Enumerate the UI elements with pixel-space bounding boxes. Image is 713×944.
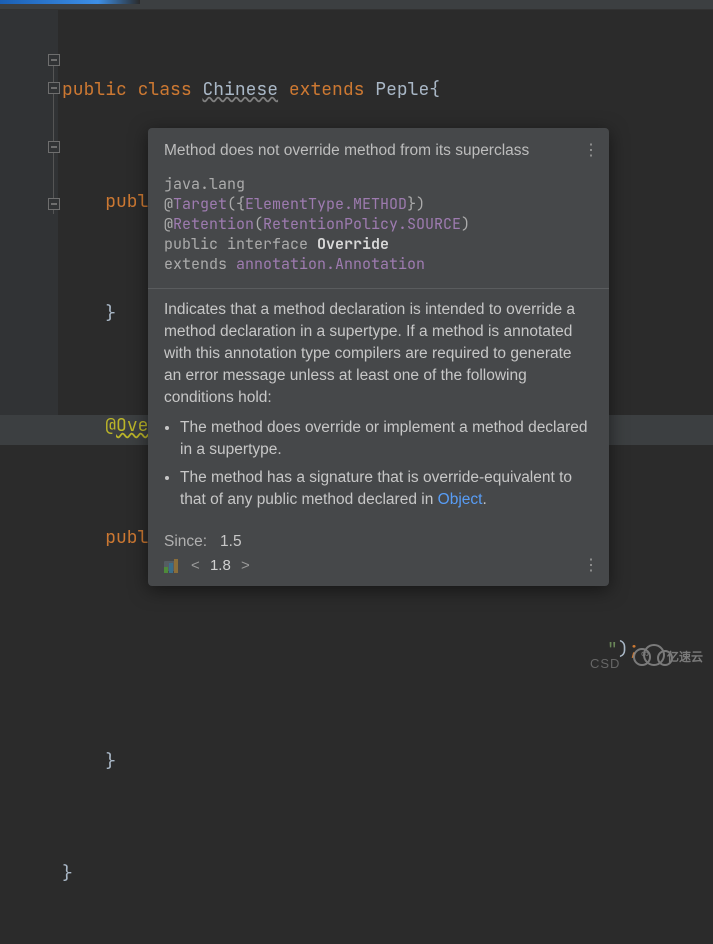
tooltip-header: Method does not override method from its… bbox=[148, 128, 609, 174]
list-text: The method does override or implement a … bbox=[180, 419, 588, 458]
brace: } bbox=[62, 860, 73, 888]
fold-toggle-icon[interactable] bbox=[48, 54, 60, 66]
keyword: extends bbox=[289, 76, 365, 104]
list-text: . bbox=[482, 491, 486, 508]
interface-name: Override bbox=[317, 234, 389, 254]
keyword: public bbox=[62, 76, 127, 104]
more-actions-icon[interactable]: ⋮ bbox=[581, 559, 601, 573]
declaration: public interface bbox=[164, 234, 317, 254]
element-type[interactable]: ElementType.METHOD bbox=[245, 194, 407, 214]
watermark-text: 亿速云 bbox=[667, 648, 703, 665]
brace: { bbox=[429, 76, 440, 104]
paren: }) bbox=[407, 194, 425, 214]
brace: } bbox=[105, 300, 116, 328]
fold-toggle-icon[interactable] bbox=[48, 198, 60, 210]
yisu-watermark: ∞ 亿速云 bbox=[625, 638, 705, 674]
module-icon bbox=[164, 559, 180, 573]
nav-arrows: < 1.8 > bbox=[188, 557, 253, 574]
quick-doc-tooltip: Method does not override method from its… bbox=[148, 128, 609, 586]
more-actions-icon[interactable]: ⋮ bbox=[581, 144, 601, 158]
since-row: Since: 1.5 bbox=[148, 525, 609, 555]
class-name: Chinese bbox=[202, 76, 278, 104]
at-sign: @ bbox=[164, 194, 173, 214]
at-sign: @ bbox=[164, 214, 173, 234]
retention-annotation[interactable]: Retention bbox=[173, 214, 254, 234]
paren: ( bbox=[254, 214, 263, 234]
extends-type[interactable]: annotation.Annotation bbox=[236, 254, 425, 274]
superclass: Peple bbox=[375, 76, 429, 104]
retention-policy[interactable]: RetentionPolicy.SOURCE bbox=[263, 214, 461, 234]
package-name: java.lang bbox=[164, 174, 245, 194]
code-line[interactable]: } bbox=[58, 860, 713, 888]
keyword: publ bbox=[105, 524, 148, 552]
since-label: Since: bbox=[164, 533, 207, 550]
nav-prev[interactable]: < bbox=[191, 557, 200, 574]
since-value: 1.5 bbox=[220, 533, 242, 550]
condition-list: The method does override or implement a … bbox=[148, 417, 609, 525]
tab-bar bbox=[0, 0, 713, 10]
list-item: The method does override or implement a … bbox=[180, 417, 593, 461]
active-tab-indicator bbox=[0, 0, 140, 4]
error-message: Method does not override method from its… bbox=[164, 142, 581, 160]
fold-toggle-icon[interactable] bbox=[48, 141, 60, 153]
csdn-watermark: CSD bbox=[590, 656, 620, 671]
code-line[interactable]: public class Chinese extends Peple{ bbox=[58, 76, 713, 104]
description-text: Indicates that a method declaration is i… bbox=[148, 299, 609, 417]
code-line[interactable]: } bbox=[58, 748, 713, 776]
list-text: The method has a signature that is overr… bbox=[180, 469, 572, 508]
signature-block: java.lang @Target({ElementType.METHOD}) … bbox=[148, 174, 609, 284]
paren: ) bbox=[461, 214, 470, 234]
nav-next[interactable]: > bbox=[241, 557, 250, 574]
list-item: The method has a signature that is overr… bbox=[180, 467, 593, 511]
target-annotation[interactable]: Target bbox=[173, 194, 227, 214]
tooltip-footer: < 1.8 > ⋮ bbox=[148, 555, 609, 578]
object-link[interactable]: Object bbox=[438, 491, 483, 508]
gutter bbox=[0, 10, 58, 415]
annotation-at: @ bbox=[105, 414, 116, 437]
jdk-version: 1.8 bbox=[210, 557, 231, 574]
keyword: class bbox=[138, 76, 192, 104]
brace: } bbox=[105, 748, 116, 776]
paren: ({ bbox=[227, 194, 245, 214]
fold-toggle-icon[interactable] bbox=[48, 82, 60, 94]
divider bbox=[148, 288, 609, 289]
extends-kw: extends bbox=[164, 254, 236, 274]
